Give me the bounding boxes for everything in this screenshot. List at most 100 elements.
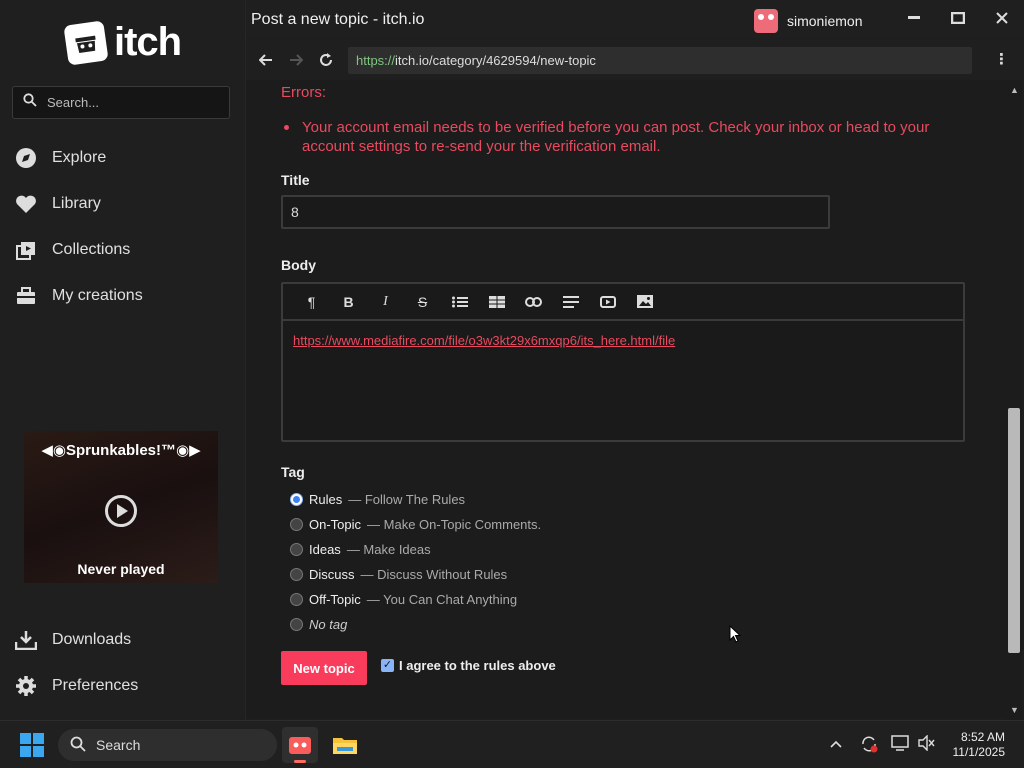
agree-rules-checkbox[interactable]: ✓ I agree to the rules above [381, 658, 556, 673]
bullet-list-icon[interactable] [441, 287, 478, 317]
link-icon[interactable] [515, 287, 552, 317]
tag-radio-group: Rules — Follow The Rules On-Topic — Make… [290, 487, 541, 637]
sidebar-bottom-nav: Downloads Preferences [14, 617, 234, 709]
user-menu[interactable]: simoniemon [754, 9, 862, 33]
paragraph-icon[interactable]: ¶ [293, 287, 330, 317]
radio-button[interactable] [290, 618, 303, 631]
sidebar-item-label: Explore [52, 149, 107, 166]
radio-button[interactable] [290, 593, 303, 606]
itch-logo[interactable]: itch [63, 19, 182, 66]
tag-name: On-Topic [309, 517, 362, 532]
close-icon[interactable] [980, 0, 1024, 36]
sidebar-item-explore[interactable]: Explore [14, 135, 234, 181]
mouse-cursor-icon [729, 625, 741, 643]
editor-content[interactable]: https://www.mediafire.com/file/o3w3kt29x… [283, 321, 963, 360]
logo-text: itch [114, 20, 182, 64]
tag-description: — You Can Chat Anything [366, 592, 518, 607]
tag-description: — Make On-Topic Comments. [367, 517, 542, 532]
itch-app-window: itch Explore Library Collections [0, 0, 1024, 720]
play-icon[interactable] [105, 495, 137, 527]
maximize-icon[interactable] [936, 0, 980, 36]
vertical-scrollbar[interactable]: ▲ ▼ [1006, 80, 1022, 720]
sidebar: itch Explore Library Collections [0, 0, 246, 720]
sync-icon[interactable] [860, 735, 878, 756]
sidebar-search[interactable] [12, 86, 230, 119]
featured-game-promo[interactable]: ◀◉Sprunkables!™◉▶ Never played [24, 431, 218, 583]
editor-toolbar: ¶ B I S [283, 284, 963, 321]
windows-taskbar: Search 8:52 AM 11/1/2025 [0, 720, 1024, 768]
radio-button[interactable] [290, 493, 303, 506]
sidebar-item-label: Preferences [52, 677, 139, 694]
strikethrough-icon[interactable]: S [404, 287, 441, 317]
tag-option-ideas[interactable]: Ideas — Make Ideas [290, 537, 541, 562]
image-icon[interactable] [626, 287, 663, 317]
sidebar-item-preferences[interactable]: Preferences [14, 663, 234, 709]
tag-option-discuss[interactable]: Discuss — Discuss Without Rules [290, 562, 541, 587]
forward-arrow-icon[interactable] [286, 50, 306, 70]
tag-label: Tag [281, 464, 305, 480]
url-bar[interactable]: https://itch.io/category/4629594/new-top… [348, 47, 972, 74]
sidebar-nav: Explore Library Collections My creations [14, 135, 234, 319]
sidebar-item-label: Collections [52, 241, 131, 258]
search-icon [70, 736, 86, 755]
network-icon[interactable] [891, 735, 909, 754]
tag-description: — Make Ideas [346, 542, 431, 557]
reload-icon[interactable] [316, 50, 336, 70]
volume-muted-icon[interactable] [918, 734, 936, 754]
tag-name: Off-Topic [309, 592, 361, 607]
search-icon [23, 93, 37, 112]
scroll-up-arrow-icon[interactable]: ▲ [1010, 86, 1019, 95]
sidebar-item-label: Library [52, 195, 101, 212]
table-icon[interactable] [478, 287, 515, 317]
collections-icon [14, 238, 38, 262]
creations-icon [14, 284, 38, 308]
tag-option-rules[interactable]: Rules — Follow The Rules [290, 487, 541, 512]
tag-option-no-tag[interactable]: No tag [290, 612, 541, 637]
chevron-up-icon[interactable] [830, 735, 842, 751]
radio-button[interactable] [290, 568, 303, 581]
back-arrow-icon[interactable] [256, 50, 276, 70]
sidebar-item-library[interactable]: Library [14, 181, 234, 227]
video-icon[interactable] [589, 287, 626, 317]
sidebar-item-collections[interactable]: Collections [14, 227, 234, 273]
body-editor[interactable]: ¶ B I S https://www.mediafire.com/file/o… [281, 282, 965, 442]
search-input[interactable] [47, 95, 217, 110]
clock-time: 8:52 AM [960, 730, 1005, 744]
tag-description: — Follow The Rules [348, 492, 466, 507]
checkbox-checked-icon[interactable]: ✓ [381, 659, 394, 672]
more-menu-icon[interactable]: ⋮ [994, 50, 1009, 68]
scroll-down-arrow-icon[interactable]: ▼ [1010, 706, 1019, 715]
italic-icon[interactable]: I [367, 287, 404, 317]
taskbar-clock[interactable]: 8:52 AM 11/1/2025 [940, 730, 1006, 760]
gear-icon [14, 674, 38, 698]
tag-name: Ideas [309, 542, 341, 557]
align-icon[interactable] [552, 287, 589, 317]
window-titlebar: Post a new topic - itch.io simoniemon [246, 0, 1024, 38]
sidebar-item-downloads[interactable]: Downloads [14, 617, 234, 663]
radio-button[interactable] [290, 543, 303, 556]
tag-option-on-topic[interactable]: On-Topic — Make On-Topic Comments. [290, 512, 541, 537]
error-message: Your account email needs to be verified … [284, 118, 942, 156]
minimize-icon[interactable] [892, 0, 936, 36]
taskbar-search[interactable]: Search [58, 729, 277, 761]
taskbar-file-explorer-icon[interactable] [327, 727, 363, 763]
taskbar-itch-app-icon[interactable] [282, 727, 318, 763]
body-link[interactable]: https://www.mediafire.com/file/o3w3kt29x… [293, 333, 675, 348]
sidebar-item-my-creations[interactable]: My creations [14, 273, 234, 319]
active-indicator [294, 760, 306, 763]
bold-icon[interactable]: B [330, 287, 367, 317]
sidebar-item-label: My creations [52, 287, 143, 304]
scrollbar-thumb[interactable] [1008, 408, 1020, 653]
tag-name: No tag [309, 617, 348, 632]
tag-name: Discuss [309, 567, 355, 582]
title-input[interactable] [281, 195, 830, 229]
promo-subtitle: Never played [77, 561, 165, 577]
url-scheme: https:// [356, 53, 396, 68]
tag-description: — Discuss Without Rules [360, 567, 508, 582]
radio-button[interactable] [290, 518, 303, 531]
tag-name: Rules [309, 492, 343, 507]
download-icon [14, 628, 38, 652]
tag-option-off-topic[interactable]: Off-Topic — You Can Chat Anything [290, 587, 541, 612]
windows-start-icon[interactable] [20, 733, 44, 757]
new-topic-button[interactable]: New topic [281, 651, 367, 685]
